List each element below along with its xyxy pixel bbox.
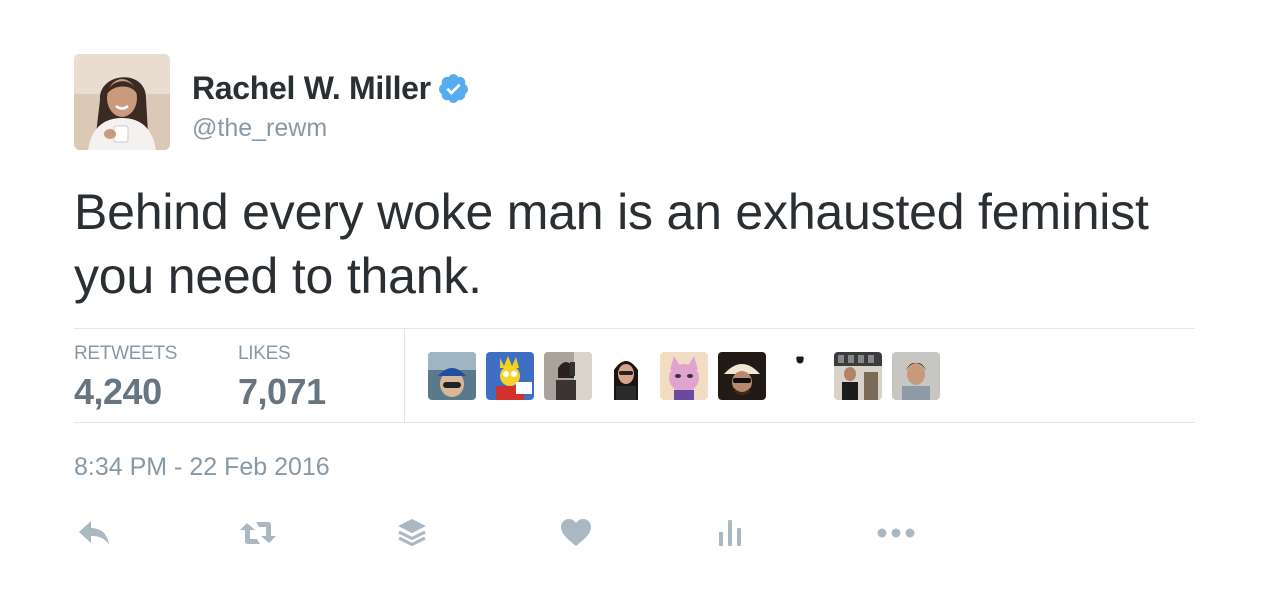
likes-stat[interactable]: LIKES 7,071 [238, 343, 326, 413]
liker-avatar[interactable] [718, 352, 766, 400]
analytics-icon [719, 520, 741, 546]
stats-vertical-divider [404, 329, 405, 422]
like-icon [561, 519, 591, 546]
stats-divider-top [74, 328, 1195, 329]
retweets-stat[interactable]: RETWEETS 4,240 [74, 343, 177, 413]
user-avatar[interactable] [74, 54, 170, 150]
more-icon [877, 528, 915, 538]
liker-avatar[interactable] [486, 352, 534, 400]
liker-avatar[interactable] [544, 352, 592, 400]
tweet-text-line-1: Behind every woke man is an exhausted fe… [74, 184, 1149, 240]
user-name-row[interactable]: Rachel W. Miller [192, 68, 470, 108]
stats-divider-bottom [74, 422, 1195, 423]
retweet-icon [240, 522, 276, 544]
liker-avatar[interactable] [776, 352, 824, 400]
analytics-button[interactable] [710, 516, 750, 550]
reply-button[interactable] [74, 516, 114, 550]
like-button[interactable] [556, 516, 596, 550]
buffer-button[interactable] [392, 516, 432, 550]
user-name[interactable]: Rachel W. Miller [192, 70, 431, 107]
liker-avatar[interactable] [428, 352, 476, 400]
retweet-button[interactable] [238, 516, 278, 550]
liker-avatar[interactable] [834, 352, 882, 400]
likes-label: LIKES [238, 343, 291, 364]
verified-badge-icon [438, 73, 468, 103]
liker-avatar[interactable] [660, 352, 708, 400]
liker-avatar[interactable] [892, 352, 940, 400]
tweet-timestamp[interactable]: 8:34 PM - 22 Feb 2016 [74, 453, 330, 482]
buffer-icon [398, 519, 426, 546]
likes-count[interactable]: 7,071 [238, 371, 326, 413]
liker-avatar[interactable] [602, 352, 650, 400]
tweet-text: Behind every woke man is an exhausted fe… [74, 180, 1214, 308]
retweets-count[interactable]: 4,240 [74, 371, 177, 413]
retweets-label: RETWEETS [74, 343, 178, 364]
user-handle[interactable]: @the_rewm [192, 114, 327, 143]
reply-icon [79, 521, 109, 545]
tweet-text-line-2: you need to thank. [74, 248, 482, 304]
more-button[interactable] [876, 516, 916, 550]
